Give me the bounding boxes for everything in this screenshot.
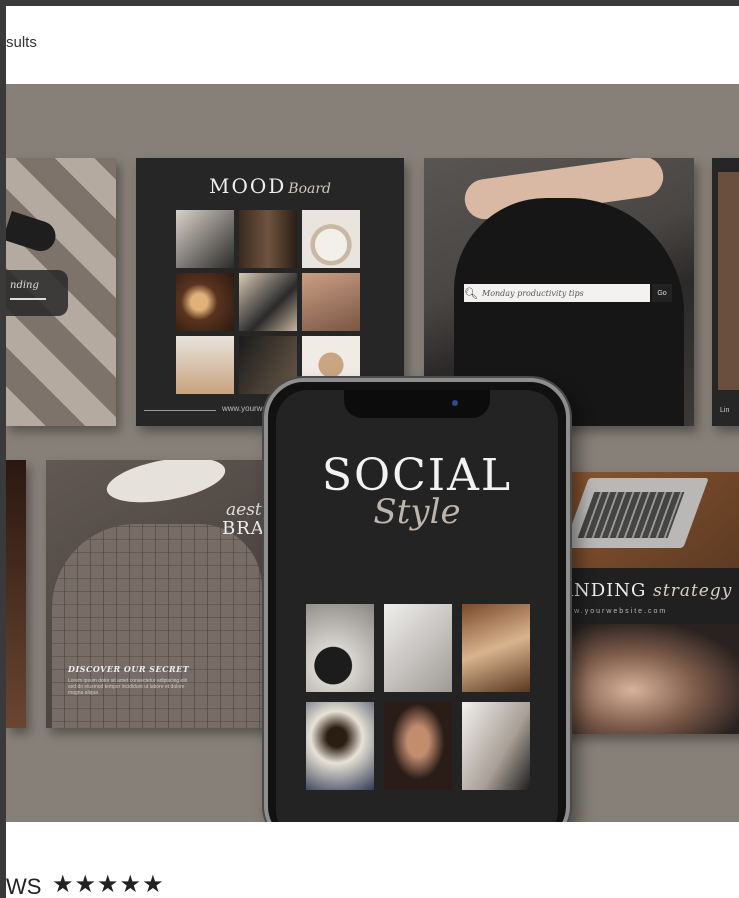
product-hero-image: nding MOOD Board www.yourwebsite.com 🔍︎ … [6, 84, 739, 822]
reviews-section: WS ★★★★★ [6, 822, 739, 898]
top-bar: sults [6, 6, 739, 84]
laptop-photo [556, 472, 739, 568]
mood-photo [239, 273, 297, 331]
phone-photo [384, 604, 452, 692]
phone-mockup: SOCIAL Style [264, 378, 570, 822]
strategy-title-script: strategy [653, 581, 733, 601]
pill-bar [10, 298, 46, 300]
moodboard-grid [176, 210, 360, 394]
brand-body: Lorem ipsum dolor sit amet consectetur a… [68, 678, 187, 696]
phone-notch [344, 390, 490, 418]
mood-photo [302, 210, 360, 268]
moodboard-title: MOOD Board [136, 174, 404, 198]
template-card-diamond: nding [6, 158, 116, 426]
template-card-edge: Lin [712, 158, 739, 426]
hands-photo [556, 624, 739, 734]
hat-figure [103, 460, 229, 511]
reviews-heading: WS [6, 874, 42, 898]
mood-photo [302, 273, 360, 331]
mood-photo [176, 336, 234, 394]
strategy-url: www.yourwebsite.com [560, 608, 668, 615]
moodboard-title-script: Board [288, 181, 332, 197]
phone-script: Style [373, 492, 461, 532]
results-label: sults [6, 34, 37, 51]
branding-pill-label: nding [10, 280, 39, 291]
coat-figure [52, 524, 262, 728]
camera-icon [452, 400, 458, 406]
mood-photo [176, 273, 234, 331]
brand-heading: DISCOVER OUR SECRET [68, 664, 190, 674]
strategy-title: ANDING strategy [560, 580, 732, 601]
phone-photo [384, 702, 452, 790]
page-frame: sults nding MOOD Board www.yourwebsite.c… [6, 6, 739, 898]
search-go-button: Go [652, 284, 672, 302]
phone-photo [306, 702, 374, 790]
star-rating: ★★★★★ [52, 871, 165, 898]
phone-screen: SOCIAL Style [276, 390, 558, 822]
template-card-left-edge [6, 460, 26, 728]
strategy-title-main: ANDING [560, 580, 647, 601]
footer-divider [144, 410, 216, 411]
moodboard-title-main: MOOD [208, 174, 287, 198]
phone-photo [462, 702, 530, 790]
phone-photo [462, 604, 530, 692]
phone-photo-grid [306, 604, 532, 790]
search-box: 🔍︎ Monday productivity tips [464, 284, 650, 302]
search-icon: 🔍︎ [464, 287, 478, 300]
edge-photo [718, 172, 739, 390]
search-placeholder: Monday productivity tips [482, 288, 584, 298]
edge-label: Lin [720, 407, 730, 414]
branding-pill: nding [6, 270, 68, 316]
laptop-keyboard [577, 492, 685, 538]
arm-figure [6, 211, 60, 255]
mood-photo [176, 210, 234, 268]
phone-photo [306, 604, 374, 692]
template-card-strategy: ANDING strategy www.yourwebsite.com [556, 472, 739, 734]
mood-photo [239, 210, 297, 268]
